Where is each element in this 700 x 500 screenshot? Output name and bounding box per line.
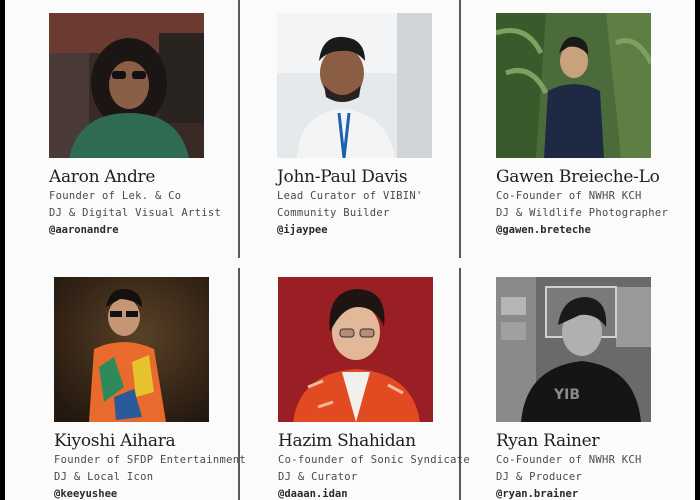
column-divider <box>238 0 240 258</box>
member-card-john-paul-davis[interactable]: John-Paul Davis Lead Curator of VIBIN' C… <box>277 13 447 239</box>
member-name: John-Paul Davis <box>277 167 408 187</box>
member-photo: YIB <box>496 277 651 422</box>
member-handle[interactable]: @keeyushee <box>54 486 224 500</box>
member-title: DJ & Producer <box>496 471 583 483</box>
member-role: Lead Curator of VIBIN' <box>277 190 423 202</box>
member-photo <box>496 13 651 158</box>
member-handle[interactable]: @aaronandre <box>49 222 219 239</box>
member-name: Aaron Andre <box>49 167 156 187</box>
member-handle[interactable]: @gawen.breteche <box>496 222 666 239</box>
member-card-ryan-rainer[interactable]: YIB Ryan Rainer Co-Founder of NWHR KCH D… <box>496 277 666 500</box>
member-title: DJ & Local Icon <box>54 471 154 483</box>
member-card-kiyoshi-aihara[interactable]: Kiyoshi Aihara Founder of SFDP Entertain… <box>54 277 247 500</box>
member-name: Ryan Rainer <box>496 431 600 451</box>
member-role: Co-Founder of NWHR KCH <box>496 190 642 202</box>
member-title: DJ & Curator <box>278 471 358 483</box>
member-handle[interactable]: @ijaypee <box>277 222 447 239</box>
member-title: DJ & Wildlife Photographer <box>496 207 669 219</box>
team-grid: Aaron Andre Founder of Lek. & Co DJ & Di… <box>0 0 700 500</box>
member-name: Hazim Shahidan <box>278 431 416 451</box>
member-role: Co-founder of Sonic Syndicate <box>278 454 471 466</box>
member-handle[interactable]: @daaan.idan <box>278 486 448 500</box>
member-photo <box>49 13 204 158</box>
member-card-gawen-breieche-lo[interactable]: Gawen Breieche-Lo Co-Founder of NWHR KCH… <box>496 13 669 239</box>
svg-text:YIB: YIB <box>553 387 580 403</box>
member-role: Founder of Lek. & Co <box>49 190 182 202</box>
column-divider <box>459 0 461 258</box>
member-photo <box>54 277 209 422</box>
member-photo <box>277 13 432 158</box>
member-card-hazim-shahidan[interactable]: Hazim Shahidan Co-founder of Sonic Syndi… <box>278 277 471 500</box>
member-photo <box>278 277 433 422</box>
member-handle[interactable]: @ryan.brainer <box>496 486 666 500</box>
member-title: Community Builder <box>277 207 390 219</box>
member-role: Founder of SFDP Entertainment <box>54 454 247 466</box>
member-name: Gawen Breieche-Lo <box>496 167 660 187</box>
member-title: DJ & Digital Visual Artist <box>49 207 222 219</box>
member-name: Kiyoshi Aihara <box>54 431 176 451</box>
member-role: Co-Founder of NWHR KCH <box>496 454 642 466</box>
member-card-aaron-andre[interactable]: Aaron Andre Founder of Lek. & Co DJ & Di… <box>49 13 222 239</box>
